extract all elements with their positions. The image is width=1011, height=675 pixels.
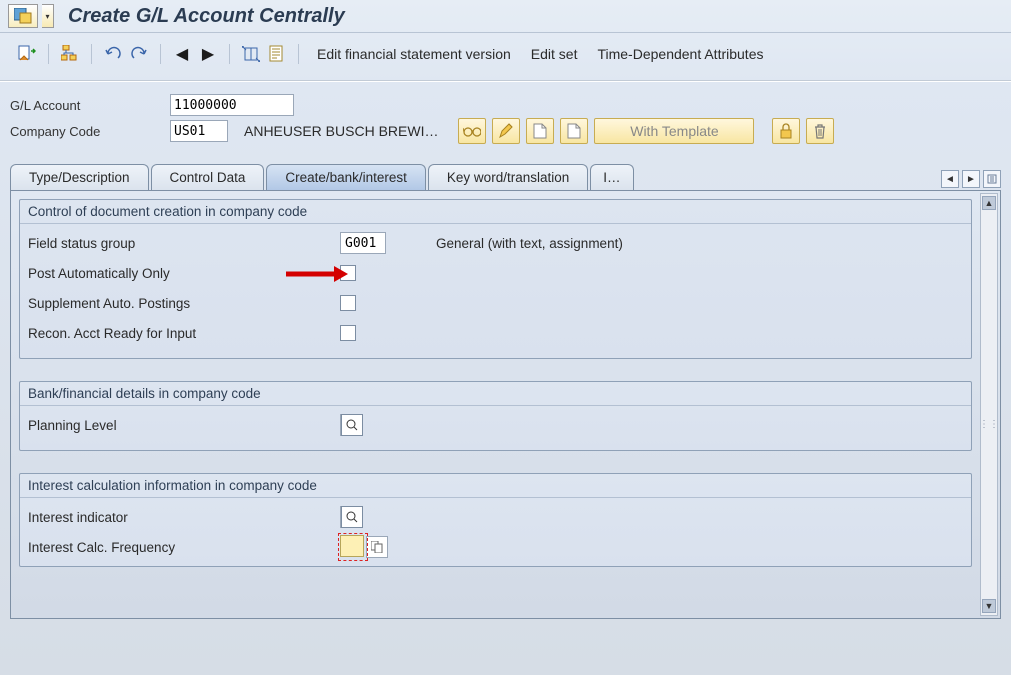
page-title: Create G/L Account Centrally [68, 5, 345, 28]
tab-type-description[interactable]: Type/Description [10, 164, 149, 190]
tab-strip: Type/Description Control Data Create/ban… [10, 164, 1001, 619]
group-title: Control of document creation in company … [20, 200, 971, 224]
doc-nav-icon [18, 45, 36, 63]
undo-button[interactable] [100, 41, 126, 67]
gl-account-label: G/L Account [10, 98, 170, 113]
group-title: Interest calculation information in comp… [20, 474, 971, 498]
tab-create-bank-interest[interactable]: Create/bank/interest [266, 164, 426, 190]
tab-scroll-left-button[interactable]: ◄ [941, 170, 959, 188]
hierarchy-icon [61, 45, 79, 63]
interest-indicator-label: Interest indicator [28, 510, 340, 525]
interest-frequency-input[interactable] [340, 535, 364, 557]
prev-button[interactable]: ◀ [169, 41, 195, 67]
tab-list-icon [987, 174, 997, 184]
help-input-icon [14, 8, 32, 24]
group-document-control: Control of document creation in company … [19, 199, 972, 359]
tab-body: ▲ ⋮⋮ ▼ Control of document creation in c… [10, 191, 1001, 619]
new-button[interactable] [526, 118, 554, 144]
tab-list-button[interactable] [983, 170, 1001, 188]
with-template-label: With Template [630, 123, 718, 139]
group-bank-financial: Bank/financial details in company code P… [19, 381, 972, 451]
company-code-label: Company Code [10, 124, 170, 139]
lock-button[interactable] [772, 118, 800, 144]
scroll-up-button[interactable]: ▲ [982, 196, 996, 210]
search-icon [346, 511, 358, 523]
post-auto-checkbox[interactable] [340, 265, 356, 281]
blank-page-icon [533, 123, 547, 139]
toolbar-separator [48, 44, 49, 64]
delete-button[interactable] [806, 118, 834, 144]
with-template-button[interactable]: With Template [594, 118, 754, 144]
toolbar-separator [91, 44, 92, 64]
change-layout-button[interactable] [238, 41, 264, 67]
time-dependent-button[interactable]: Time-Dependent Attributes [587, 46, 773, 62]
action-toolbar: ◀ ▶ Edit financial statement version Edi… [0, 33, 1011, 82]
other-object-button[interactable] [14, 41, 40, 67]
interest-frequency-field [340, 535, 366, 559]
title-bar: ▾ Create G/L Account Centrally [0, 0, 1011, 33]
trash-icon [813, 123, 827, 139]
blank-page-icon [567, 123, 581, 139]
document-button[interactable] [264, 41, 290, 67]
f4-help-icon [371, 541, 383, 553]
tab-scroll-right-button[interactable]: ► [962, 170, 980, 188]
menu-dropdown-icon[interactable]: ▾ [42, 4, 54, 28]
redo-icon [130, 46, 148, 62]
planning-level-label: Planning Level [28, 418, 340, 433]
new2-button[interactable] [560, 118, 588, 144]
next-button[interactable]: ▶ [195, 41, 221, 67]
edit-set-button[interactable]: Edit set [521, 46, 588, 62]
group-interest-calc: Interest calculation information in comp… [19, 473, 972, 567]
hierarchy-button[interactable] [57, 41, 83, 67]
field-status-group-text: General (with text, assignment) [436, 236, 623, 251]
group-title: Bank/financial details in company code [20, 382, 971, 406]
edit-button[interactable] [492, 118, 520, 144]
menu-icon[interactable] [8, 4, 38, 28]
field-status-group-label: Field status group [28, 236, 340, 251]
vertical-scrollbar[interactable]: ▲ ⋮⋮ ▼ [980, 193, 998, 616]
interest-frequency-search-button[interactable] [366, 536, 388, 558]
supplement-auto-checkbox[interactable] [340, 295, 356, 311]
undo-icon [104, 46, 122, 62]
interest-frequency-label: Interest Calc. Frequency [28, 540, 340, 555]
company-code-input[interactable] [170, 120, 228, 142]
pencil-icon [498, 123, 514, 139]
tab-content: Control of document creation in company … [13, 193, 978, 616]
post-auto-label: Post Automatically Only [28, 266, 340, 281]
document-lines-icon [269, 45, 285, 63]
display-button[interactable] [458, 118, 486, 144]
tab-keyword-translation[interactable]: Key word/translation [428, 164, 588, 190]
edit-fsv-button[interactable]: Edit financial statement version [307, 46, 521, 62]
tab-overflow[interactable]: I… [590, 164, 633, 190]
scroll-track[interactable]: ⋮⋮ [981, 212, 997, 597]
lock-icon [779, 123, 793, 139]
recon-ready-label: Recon. Acct Ready for Input [28, 326, 340, 341]
supplement-auto-label: Supplement Auto. Postings [28, 296, 340, 311]
header-area: G/L Account Company Code ANHEUSER BUSCH … [0, 82, 1011, 150]
scroll-down-button[interactable]: ▼ [982, 599, 996, 613]
tab-control-data[interactable]: Control Data [151, 164, 265, 190]
field-status-group-input[interactable] [340, 232, 386, 254]
toolbar-separator [298, 44, 299, 64]
layout-icon [242, 46, 260, 62]
recon-ready-checkbox[interactable] [340, 325, 356, 341]
interest-indicator-search-button[interactable] [341, 506, 363, 528]
toolbar-separator [229, 44, 230, 64]
glasses-icon [463, 124, 481, 138]
search-icon [346, 419, 358, 431]
scroll-grip-icon[interactable]: ⋮⋮ [981, 412, 997, 436]
gl-account-input[interactable] [170, 94, 294, 116]
toolbar-separator [160, 44, 161, 64]
company-code-name: ANHEUSER BUSCH BREWI… [244, 123, 438, 139]
redo-button[interactable] [126, 41, 152, 67]
planning-level-search-button[interactable] [341, 414, 363, 436]
